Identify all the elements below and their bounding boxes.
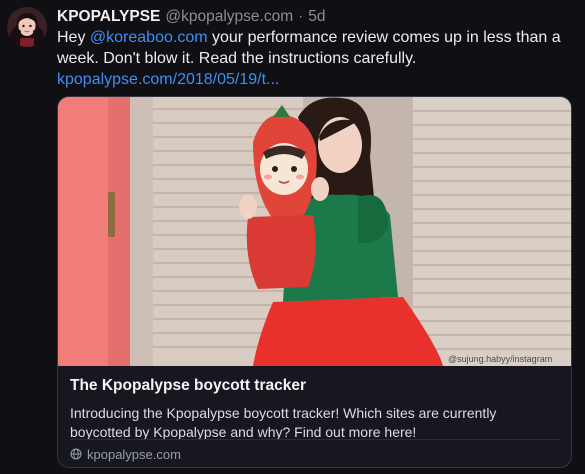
- card-body: The Kpopalypse boycott tracker Introduci…: [70, 376, 560, 442]
- mention-link[interactable]: @koreaboo.com: [90, 29, 208, 46]
- tweet-header: KPOPALYPSE @kpopalypse.com · 5d: [57, 7, 326, 27]
- avatar-image: [7, 7, 47, 47]
- card-image: @sujung.habyy/instagram: [58, 97, 571, 366]
- handle[interactable]: @kpopalypse.com: [165, 8, 293, 26]
- link-card[interactable]: @sujung.habyy/instagram The Kpopalypse b…: [57, 96, 572, 468]
- tweet-text-prefix: Hey: [57, 29, 90, 46]
- display-name[interactable]: KPOPALYPSE: [57, 8, 160, 26]
- separator-dot: ·: [298, 8, 304, 25]
- tweet-url-link[interactable]: kpopalypse.com/2018/05/19/t...: [57, 71, 279, 88]
- card-divider: [70, 439, 559, 440]
- image-watermark: @sujung.habyy/instagram: [448, 354, 552, 364]
- card-domain[interactable]: kpopalypse.com: [70, 445, 181, 463]
- timestamp[interactable]: 5d: [308, 8, 325, 26]
- card-description: Introducing the Kpopalypse boycott track…: [70, 405, 497, 440]
- card-domain-text: kpopalypse.com: [87, 446, 181, 462]
- globe-icon: [70, 448, 82, 460]
- avatar[interactable]: [7, 7, 47, 47]
- tweet-text: Hey @koreaboo.com your performance revie…: [57, 27, 577, 90]
- card-title[interactable]: The Kpopalypse boycott tracker: [70, 376, 560, 396]
